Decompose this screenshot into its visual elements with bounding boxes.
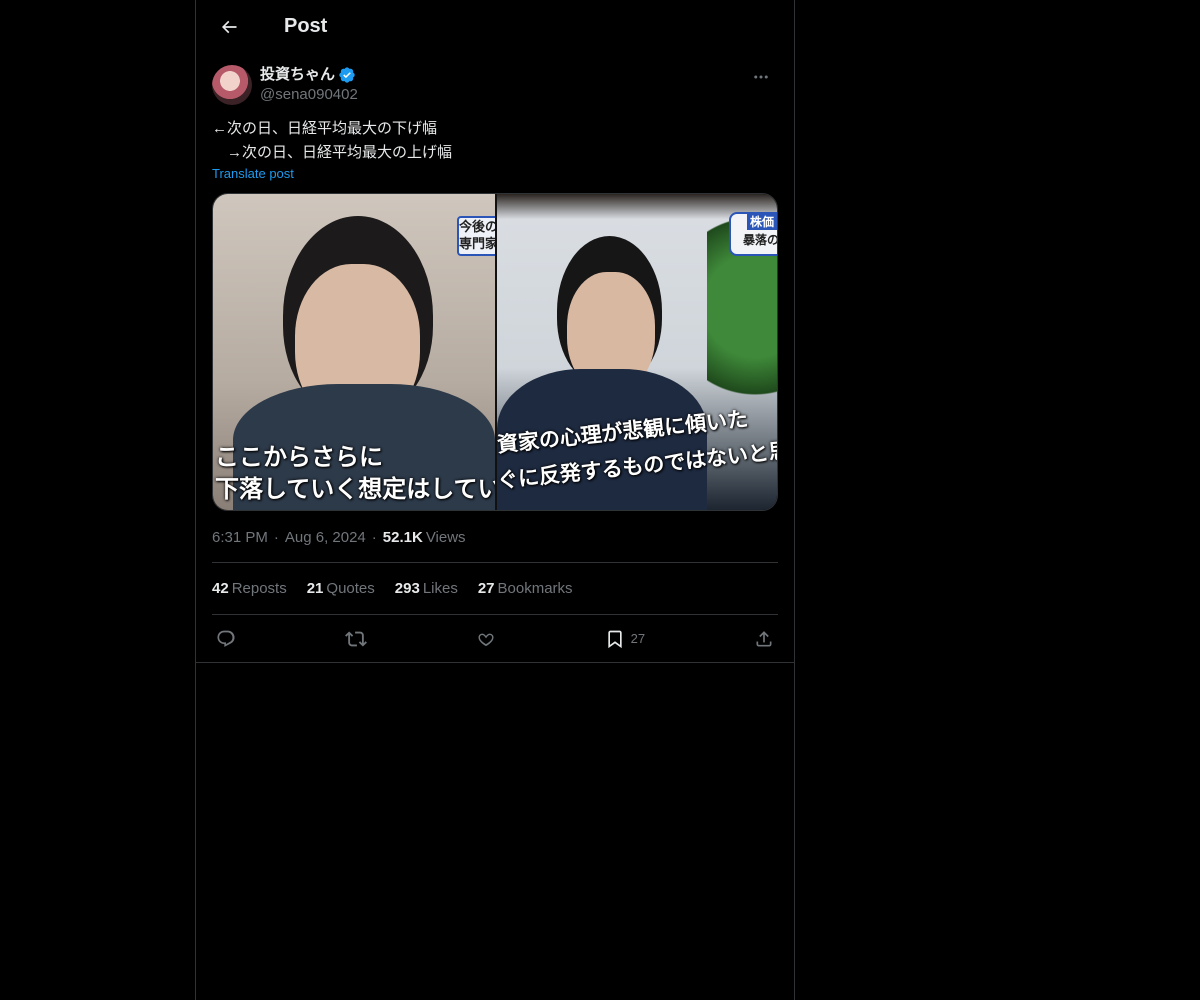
bookmarks-label: Bookmarks xyxy=(497,580,573,597)
back-arrow-icon xyxy=(221,20,237,33)
reply-icon xyxy=(217,630,235,647)
likes-count: 293 xyxy=(394,580,420,597)
reply-button[interactable] xyxy=(216,629,236,649)
post-date[interactable]: Aug 6, 2024 xyxy=(285,529,366,546)
translate-post-link[interactable]: Translate post xyxy=(212,166,294,181)
share-button[interactable] xyxy=(754,629,774,649)
post-text-line-2: →次の日、日経平均最大の上げ幅 xyxy=(212,144,453,161)
media-right-caption-1: 株価 xyxy=(747,214,777,230)
meta-separator: · xyxy=(273,529,279,546)
reposts-stat[interactable]: 42 Reposts xyxy=(212,580,287,597)
quotes-label: Quotes xyxy=(326,580,375,597)
more-icon xyxy=(754,75,768,79)
author-row: 投資ちゃん @sena090402 xyxy=(212,65,778,105)
top-bar: Post xyxy=(196,0,794,53)
repost-icon xyxy=(344,631,367,646)
verified-badge-icon[interactable] xyxy=(338,66,356,84)
bookmark-button[interactable]: 27 xyxy=(605,629,645,649)
bookmarks-count: 27 xyxy=(477,580,495,597)
bookmark-count: 27 xyxy=(630,631,646,646)
author-info: 投資ちゃん @sena090402 xyxy=(260,65,358,105)
avatar[interactable] xyxy=(212,65,252,105)
views-label: Views xyxy=(425,529,466,546)
post-text-line-1: ←次の日、日経平均最大の下げ幅 xyxy=(212,120,438,137)
post-text: ←次の日、日経平均最大の下げ幅 →次の日、日経平均最大の上げ幅 xyxy=(212,117,778,165)
meta-separator: · xyxy=(371,529,377,546)
quotes-stat[interactable]: 21 Quotes xyxy=(307,580,375,597)
media-image-left[interactable]: 今後の 専門家 ここからさらに 下落していく想定はしていな xyxy=(213,194,495,510)
post-stats: 42 Reposts 21 Quotes 293 Likes 27 Bookmarks xyxy=(212,562,778,615)
reposts-label: Reposts xyxy=(231,580,287,597)
author-handle[interactable]: @sena090402 xyxy=(260,85,358,105)
media-image-right[interactable]: 株価 暴落の 資家の心理が悲観に傾いた ぐに反発するものではないと思 xyxy=(497,194,777,510)
post-meta: 6:31 PM · Aug 6, 2024 · 52.1K Views xyxy=(212,529,778,546)
author-display-name[interactable]: 投資ちゃん xyxy=(260,65,335,85)
like-button[interactable] xyxy=(476,629,496,649)
more-button[interactable] xyxy=(744,67,778,87)
share-icon xyxy=(756,630,772,646)
reposts-count: 42 xyxy=(212,580,229,597)
bookmark-icon xyxy=(607,630,622,648)
post-media[interactable]: 今後の 専門家 ここからさらに 下落していく想定はしていな 株価 暴落の 資家の… xyxy=(212,193,778,511)
page-title: Post xyxy=(284,15,328,37)
media-left-caption: 今後の 専門家 xyxy=(459,219,495,251)
repost-button[interactable] xyxy=(344,628,367,650)
heart-icon xyxy=(478,633,494,646)
views-count: 52.1K xyxy=(382,529,423,546)
action-bar: 27 xyxy=(196,615,794,663)
media-left-subtitle-1: ここからさらに xyxy=(215,444,383,471)
likes-label: Likes xyxy=(422,580,458,597)
back-button[interactable] xyxy=(212,10,246,44)
media-left-subtitle-2: 下落していく想定はしていな xyxy=(215,476,495,503)
quotes-count: 21 xyxy=(306,580,324,597)
post-time[interactable]: 6:31 PM xyxy=(212,529,268,546)
bookmarks-stat[interactable]: 27 Bookmarks xyxy=(478,580,573,597)
post: 投資ちゃん @sena090402 ←次の日、日経平均最大の下げ幅 →次の日、日… xyxy=(196,65,794,663)
likes-stat[interactable]: 293 Likes xyxy=(395,580,458,597)
author-name-line: 投資ちゃん xyxy=(260,65,358,85)
media-right-caption-2: 暴落の xyxy=(743,233,777,247)
primary-column: Post 投資ちゃん @sena090402 ←次の日、日経平均最大の下げ幅 →… xyxy=(195,0,795,1000)
